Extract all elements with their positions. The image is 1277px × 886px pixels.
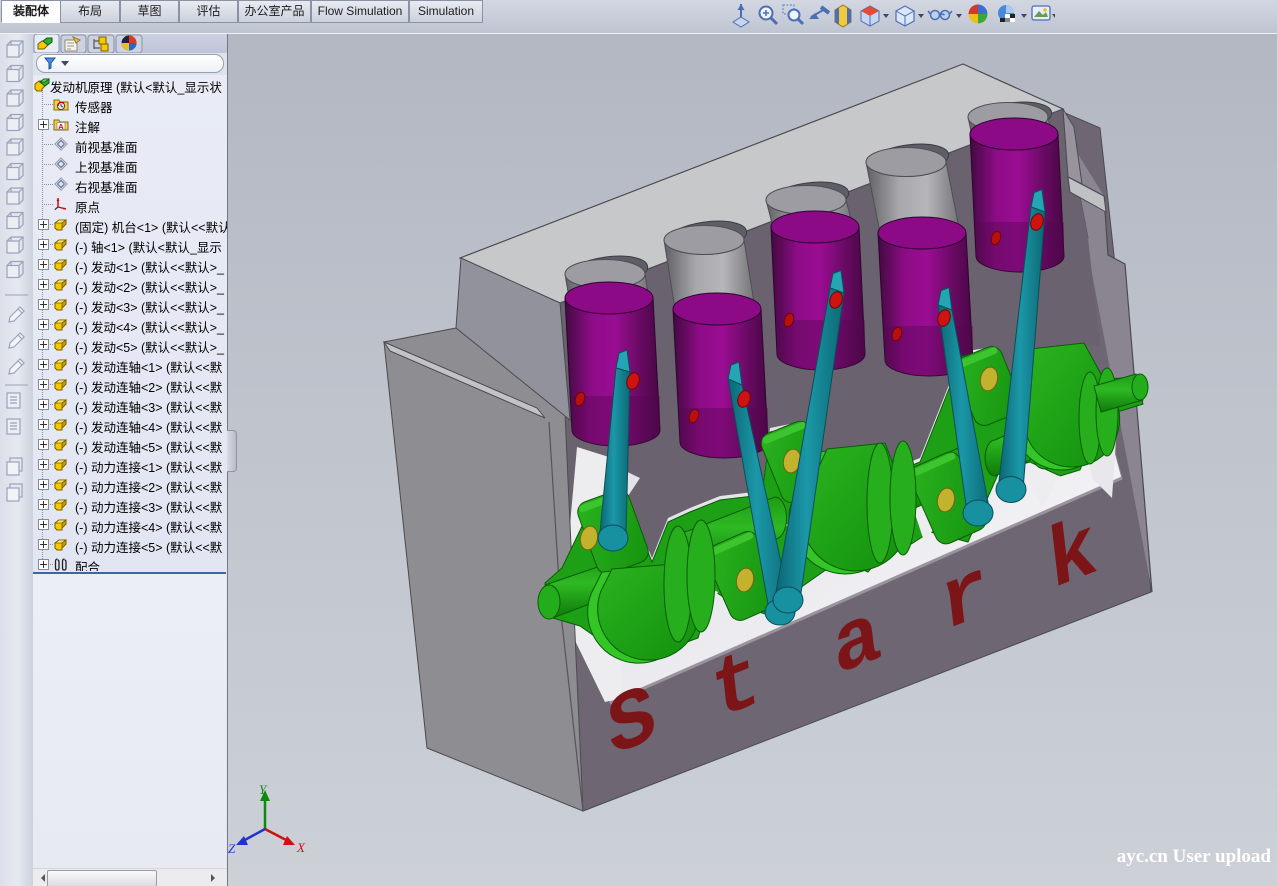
svg-text:X: X [296, 840, 306, 855]
svg-text:Z: Z [228, 841, 236, 856]
